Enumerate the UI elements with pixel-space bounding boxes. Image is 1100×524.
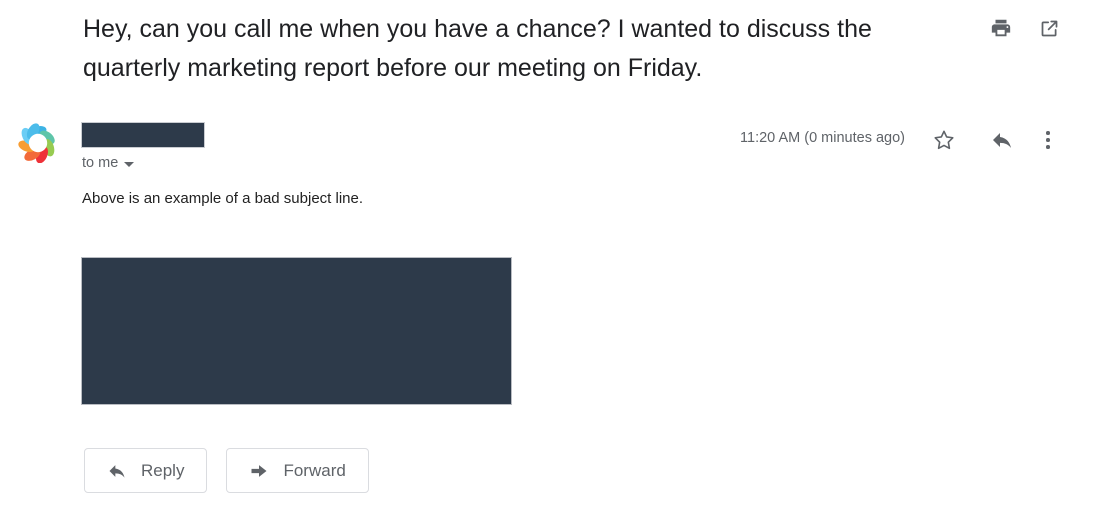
recipients-label: to me [82, 155, 119, 171]
reply-button[interactable]: Reply [84, 448, 208, 493]
forward-arrow-icon [249, 461, 269, 481]
message-timestamp: 11:20 AM (0 minutes ago) [740, 130, 905, 146]
signature-image-redacted [81, 257, 512, 405]
dot [1046, 138, 1050, 142]
reply-button-label: Reply [141, 460, 185, 480]
more-options-icon[interactable] [1046, 131, 1050, 149]
message-action-bar [930, 126, 1050, 154]
message-body-text: Above is an example of a bad subject lin… [82, 190, 364, 207]
sender-name-redacted [81, 122, 205, 148]
avatar [18, 123, 58, 164]
rainbow-ring-logo-icon [18, 123, 55, 164]
forward-button[interactable]: Forward [226, 448, 369, 493]
chevron-down-icon [124, 161, 135, 167]
message-header-row: to me 11:20 AM (0 minutes ago) [0, 118, 1100, 176]
reply-icon[interactable] [988, 126, 1016, 154]
dot [1046, 145, 1050, 149]
open-in-new-icon[interactable] [1036, 15, 1062, 41]
star-icon[interactable] [930, 126, 958, 154]
header-action-bar [988, 15, 1062, 41]
recipients-dropdown[interactable]: to me [82, 155, 135, 171]
print-icon[interactable] [988, 15, 1014, 41]
reply-arrow-icon [107, 461, 127, 481]
forward-button-label: Forward [283, 460, 346, 480]
page-title: Hey, can you call me when you have a cha… [83, 15, 872, 82]
subject-header: Hey, can you call me when you have a cha… [0, 0, 1100, 100]
dot [1046, 131, 1050, 135]
message-footer-actions: Reply Forward [84, 448, 369, 493]
